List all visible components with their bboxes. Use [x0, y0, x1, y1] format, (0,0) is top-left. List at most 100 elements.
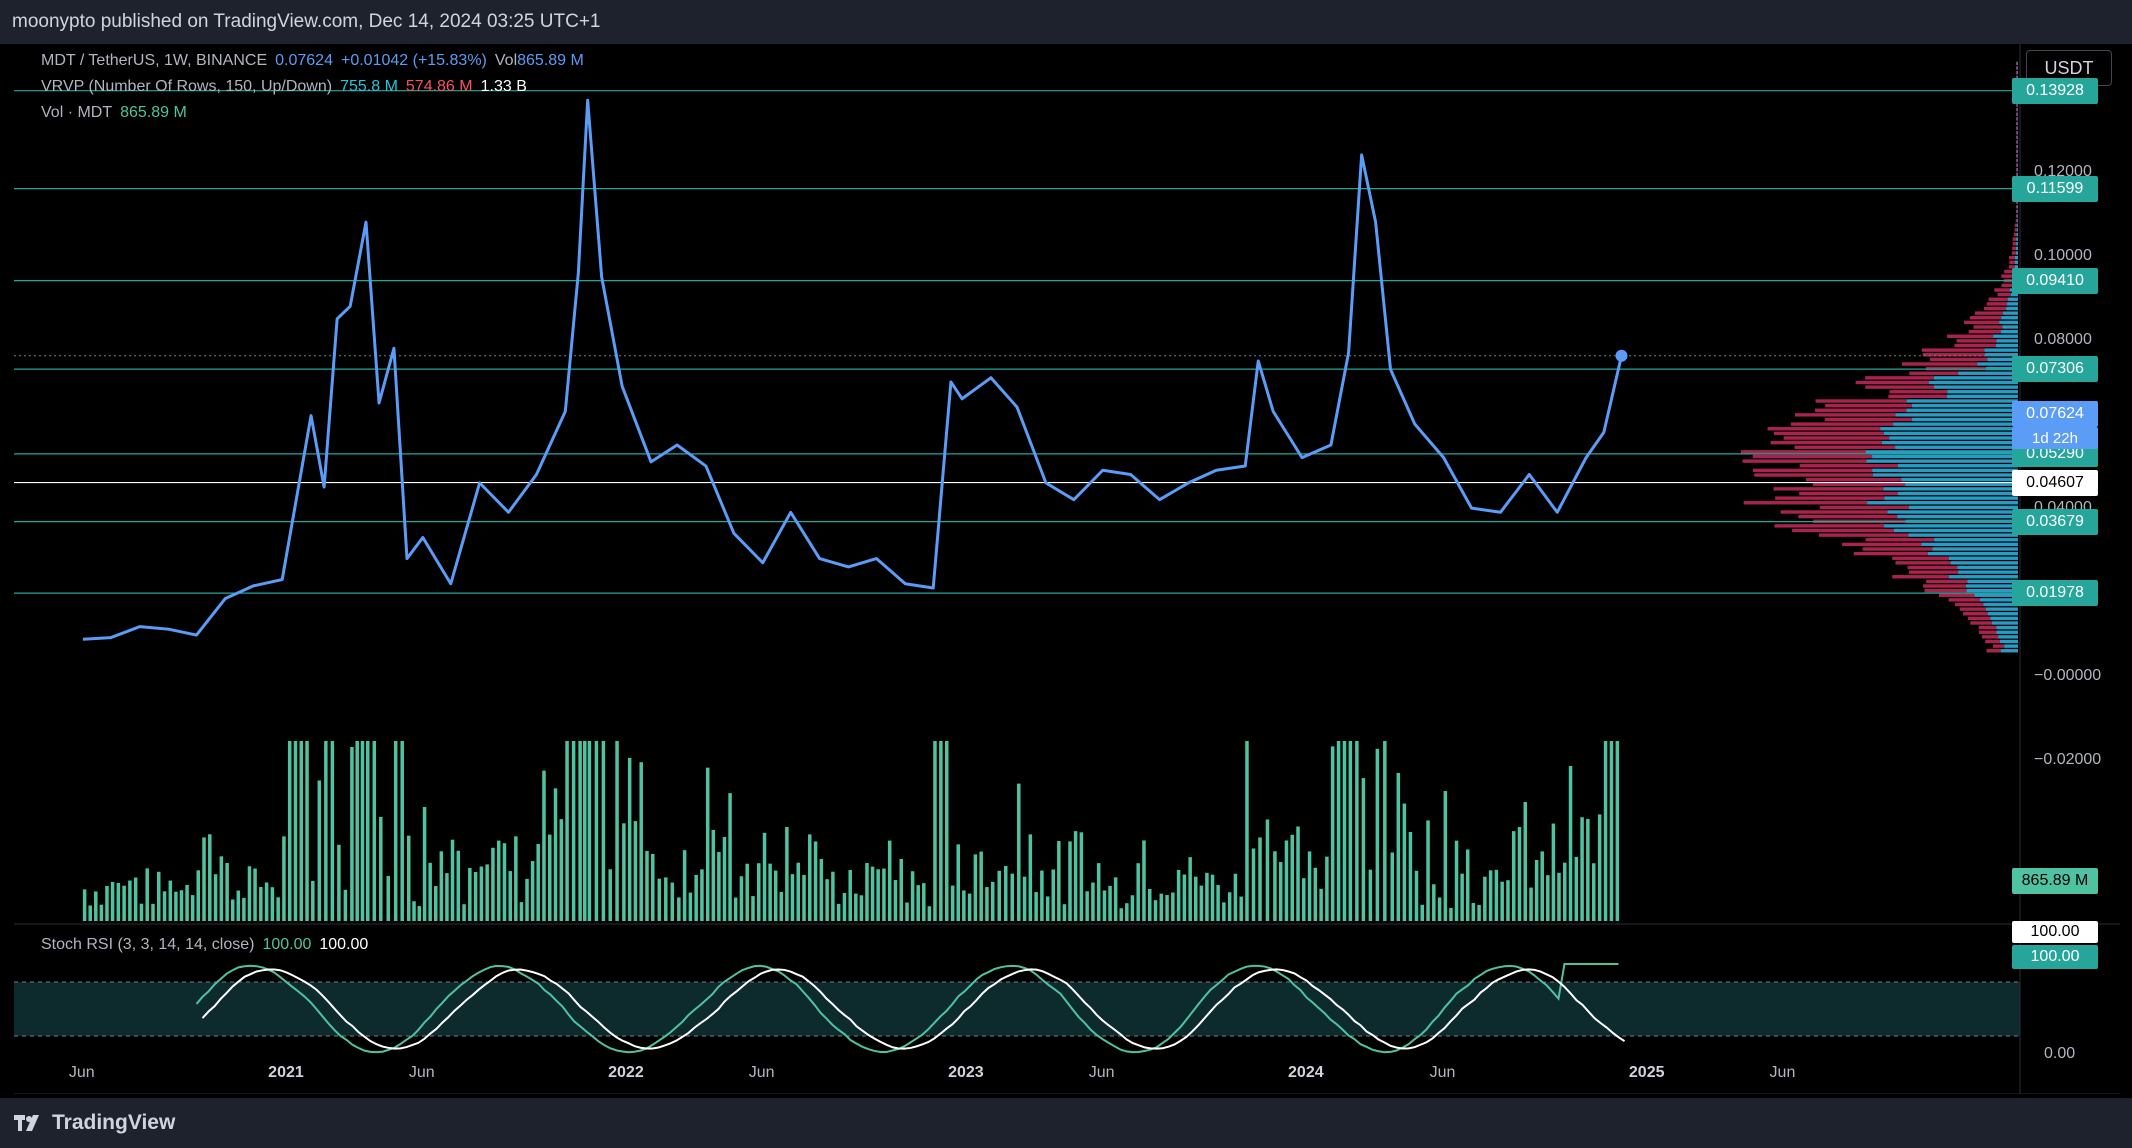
volume-bar — [1437, 897, 1442, 921]
volume-bar — [893, 880, 898, 921]
volume-bar — [836, 903, 841, 921]
volume-bar — [82, 889, 87, 921]
volume-bar — [1130, 895, 1135, 921]
current-price-tag: 0.07624 — [2012, 401, 2098, 427]
vrvp-down-bar — [1997, 292, 2011, 297]
volume-bar — [379, 816, 383, 921]
vrvp-down-bar — [1994, 288, 2010, 292]
volume-bar — [831, 871, 835, 921]
vrvp-up-bar — [2017, 112, 2018, 116]
vrvp-up-bar — [1880, 427, 2018, 431]
volume-bar — [1205, 872, 1209, 921]
volume-bar — [282, 836, 286, 921]
volume-bar — [1171, 892, 1175, 921]
volume-bar — [578, 741, 582, 921]
vrvp-down-bar — [1773, 431, 1884, 436]
volume-bar — [343, 889, 348, 921]
volume-bar — [542, 770, 546, 921]
vrvp-up-bar — [2016, 223, 2018, 227]
volume-bar — [299, 741, 304, 921]
vrvp-up-bar — [2017, 140, 2018, 144]
vrvp-up-bar — [1966, 588, 2018, 593]
vrvp-down-bar — [1964, 320, 2000, 325]
volume-bar — [1108, 885, 1112, 921]
volume-bar — [162, 891, 167, 921]
volume-bar — [1125, 903, 1129, 921]
vrvp-up-bar — [1893, 422, 2018, 426]
level-tag: 0.13928 — [2012, 77, 2098, 104]
tradingview-logo[interactable]: TradingView — [14, 1111, 175, 1135]
vrvp-down-bar — [1963, 612, 1988, 616]
stoch-d-tag: 100.00 — [2012, 921, 2098, 943]
vrvp-down-bar — [2016, 103, 2018, 107]
volume-bar — [1022, 876, 1027, 921]
vrvp-down-bar — [2016, 61, 2018, 66]
vrvp-up-bar — [2000, 649, 2018, 653]
volume-bar — [473, 871, 478, 921]
vrvp-down: 574.86 M — [405, 78, 473, 95]
vrvp-up-bar — [2017, 135, 2018, 140]
volume-bar — [1216, 885, 1220, 921]
vrvp-down-bar — [2016, 121, 2018, 126]
vrvp-down-bar — [1921, 348, 1985, 352]
volume-bar — [728, 793, 732, 921]
volume-bar — [1085, 891, 1089, 921]
chart-area[interactable]: MDT / TetherUS, 1W, BINANCE 0.07624 +0.0… — [14, 44, 2120, 1094]
volume-bar — [1609, 741, 1614, 921]
volume-bar — [664, 877, 668, 921]
volume-bar — [565, 741, 569, 921]
volume-bar — [525, 878, 529, 921]
vol-mdt-label[interactable]: Vol · MDT — [41, 104, 112, 122]
vrvp-up-bar — [2017, 154, 2018, 158]
volume-bar — [360, 741, 365, 921]
symbol-name[interactable]: MDT / TetherUS, 1W, BINANCE — [41, 52, 267, 70]
vrvp-legend[interactable]: VRVP (Number Of Rows, 150, Up/Down) 755.… — [41, 78, 527, 96]
vrvp-up-bar — [2017, 61, 2018, 66]
vrvp-up-bar — [1897, 514, 2018, 519]
volume-bar — [99, 904, 104, 921]
symbol-legend[interactable]: MDT / TetherUS, 1W, BINANCE 0.07624 +0.0… — [41, 52, 584, 70]
volume-bar — [311, 880, 315, 921]
time-tick: Jun — [68, 1064, 95, 1081]
volume-bar — [677, 897, 681, 921]
volume-bar — [1313, 867, 1318, 921]
volume-bar — [608, 869, 612, 921]
volume-bar — [956, 844, 960, 921]
vrvp-up-bar — [2002, 325, 2018, 329]
volume-bar — [1136, 863, 1140, 921]
volume-legend[interactable]: Vol · MDT 865.89 M — [41, 104, 187, 122]
volume-bar — [456, 850, 461, 921]
vrvp-down-bar — [1792, 528, 1894, 533]
vrvp-label[interactable]: VRVP (Number Of Rows, 150, Up/Down) — [41, 78, 332, 96]
price-levels — [14, 90, 2020, 594]
vrvp-up-bar — [1897, 464, 2018, 468]
vrvp-down-bar — [1992, 644, 2005, 648]
volume-bar — [553, 788, 558, 921]
volume-bar — [927, 906, 932, 921]
volume-bar — [899, 859, 903, 921]
volume-bar — [1580, 817, 1584, 921]
vrvp-up-bar — [1889, 436, 2018, 440]
vol-label: Vol — [494, 52, 518, 69]
vrvp-up-bar — [1927, 551, 2018, 556]
volume-bar — [1258, 837, 1262, 921]
volume-bar — [1302, 878, 1306, 921]
vrvp-down-bar — [1799, 491, 1898, 496]
volume-bar — [922, 883, 926, 921]
footer-bar: TradingView — [0, 1098, 2132, 1148]
volume-bar — [583, 741, 587, 921]
volume-bar — [514, 836, 518, 921]
volume-profile — [1740, 61, 2018, 653]
time-tick: Jun — [408, 1064, 435, 1081]
volume-bar — [128, 880, 132, 921]
volume-bar — [739, 876, 744, 921]
stoch-legend[interactable]: Stoch RSI (3, 3, 14, 14, close) 100.00 1… — [41, 936, 368, 954]
vrvp-up-bar — [1921, 542, 2018, 547]
volume-bar — [1307, 851, 1312, 921]
volume-bar — [939, 741, 943, 921]
volume-bar — [502, 843, 507, 921]
stoch-label[interactable]: Stoch RSI (3, 3, 14, 14, close) — [41, 936, 254, 954]
volume-bar — [1396, 772, 1401, 921]
stoch-rsi-pane — [14, 963, 2020, 1054]
symbol-price: 0.07624 — [275, 52, 333, 69]
